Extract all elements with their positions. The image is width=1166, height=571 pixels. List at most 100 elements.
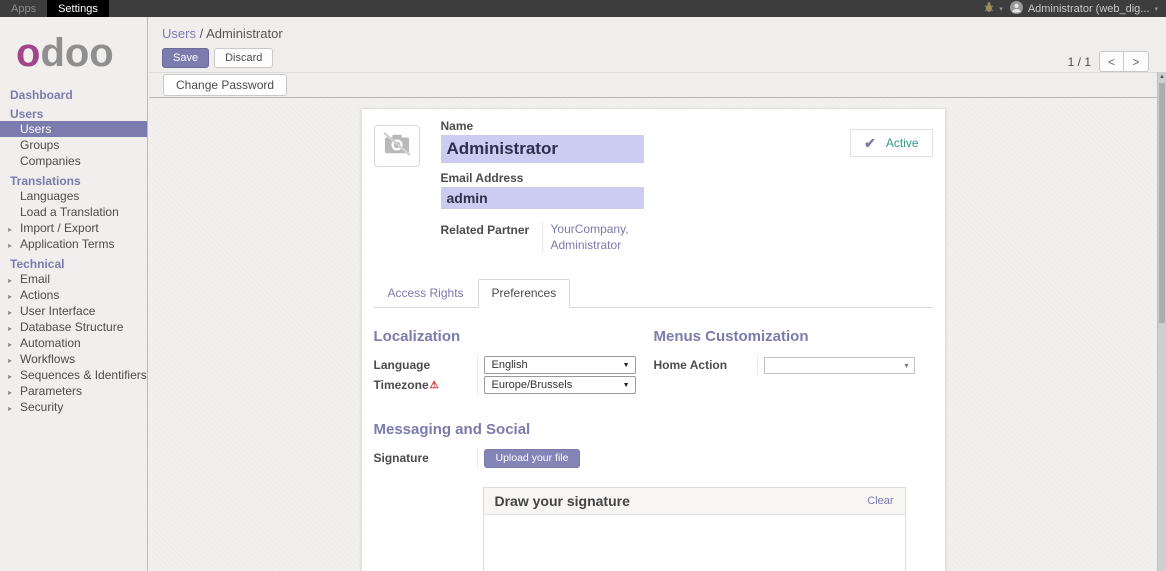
pager-value: 1 / 1 bbox=[1068, 55, 1091, 69]
sidebar-item-groups[interactable]: Groups bbox=[0, 137, 147, 153]
notebook-tabs: Access Rights Preferences bbox=[374, 278, 933, 308]
expand-arrow-icon: ▸ bbox=[8, 354, 12, 368]
localization-title: Localization bbox=[374, 328, 654, 345]
name-input[interactable] bbox=[441, 135, 644, 163]
change-password-button[interactable]: Change Password bbox=[163, 74, 287, 96]
messaging-group: Messaging and Social Signature Upload yo… bbox=[374, 421, 933, 571]
signature-row: Signature Upload your file bbox=[374, 448, 933, 468]
sidebar-item-label: Email bbox=[20, 272, 50, 286]
active-label: Active bbox=[886, 136, 919, 150]
sidebar-item-label: Sequences & Identifiers bbox=[20, 368, 147, 382]
tab-preferences[interactable]: Preferences bbox=[478, 279, 571, 308]
user-menu[interactable]: Administrator (web_dig... ▾ bbox=[1010, 1, 1158, 17]
button-row: Save Discard bbox=[162, 48, 1166, 68]
signature-pad: Draw your signature Clear bbox=[483, 487, 906, 571]
home-action-row: Home Action ▾ bbox=[654, 355, 933, 375]
sidebar-item-users[interactable]: Users bbox=[0, 121, 147, 137]
sidebar-header-technical[interactable]: Technical bbox=[0, 258, 147, 271]
vertical-scrollbar[interactable]: ▲ bbox=[1157, 72, 1166, 571]
odoo-logo[interactable]: odoo bbox=[0, 17, 147, 85]
sidebar-item-parameters[interactable]: ▸ Parameters bbox=[0, 383, 147, 399]
logo-rest: doo bbox=[40, 31, 113, 75]
timezone-warning-icon: ⚠ bbox=[430, 380, 439, 391]
related-partner-row: Related Partner YourCompany, Administrat… bbox=[441, 222, 644, 253]
timezone-select[interactable]: Europe/Brussels ▼ bbox=[484, 376, 636, 394]
signature-clear-button[interactable]: Clear bbox=[867, 495, 893, 507]
topbar-menu-settings[interactable]: Settings bbox=[47, 0, 109, 17]
sidebar-item-label: Automation bbox=[20, 336, 81, 350]
sidebar-item-label: Application Terms bbox=[20, 237, 115, 251]
expand-arrow-icon: ▸ bbox=[8, 386, 12, 400]
home-action-input[interactable]: ▾ bbox=[764, 357, 915, 374]
topbar-right: ▾ Administrator (web_dig... ▾ bbox=[983, 0, 1166, 17]
tab-access-rights[interactable]: Access Rights bbox=[374, 279, 478, 308]
bug-icon bbox=[983, 1, 995, 16]
scrollbar-thumb[interactable] bbox=[1159, 83, 1165, 323]
sidebar-item-security[interactable]: ▸Security bbox=[0, 399, 147, 415]
sidebar-item-import-export[interactable]: ▸Import / Export bbox=[0, 220, 147, 236]
sidebar-item-label: Groups bbox=[20, 138, 59, 152]
sidebar-item-companies[interactable]: Companies bbox=[0, 153, 147, 169]
language-select[interactable]: English ▼ bbox=[484, 356, 636, 374]
email-label: Email Address bbox=[441, 171, 644, 185]
sidebar-header-dashboard[interactable]: Dashboard bbox=[0, 89, 147, 102]
dropdown-arrow-icon: ▼ bbox=[623, 362, 630, 369]
form-sheet: Name Email Address Related Partner YourC… bbox=[361, 108, 946, 571]
language-label: Language bbox=[374, 358, 477, 372]
preferences-groups: Localization Language English ▼ Timezone bbox=[374, 328, 933, 395]
related-partner-link[interactable]: YourCompany, Administrator bbox=[542, 222, 642, 253]
sidebar-item-label: Import / Export bbox=[20, 221, 99, 235]
upload-file-button[interactable]: Upload your file bbox=[484, 449, 581, 468]
user-menu-label: Administrator (web_dig... bbox=[1028, 3, 1150, 15]
localization-group: Localization Language English ▼ Timezone bbox=[374, 328, 654, 395]
active-checkbox[interactable]: ✔ Active bbox=[850, 129, 932, 157]
no-camera-icon bbox=[382, 131, 412, 162]
sidebar-item-automation[interactable]: ▸ Automation bbox=[0, 335, 147, 351]
logo-letter: o bbox=[16, 31, 40, 75]
sidebar-item-label: Parameters bbox=[20, 384, 82, 398]
discard-button[interactable]: Discard bbox=[214, 48, 273, 68]
scroll-up-arrow-icon[interactable]: ▲ bbox=[1158, 72, 1166, 82]
sidebar-item-label: Languages bbox=[20, 189, 79, 203]
dropdown-arrow-icon: ▼ bbox=[623, 382, 630, 389]
expand-arrow-icon: ▸ bbox=[8, 370, 12, 384]
timezone-value: Europe/Brussels bbox=[492, 379, 573, 391]
sidebar-header-translations[interactable]: Translations bbox=[0, 175, 147, 188]
sidebar-item-languages[interactable]: Languages bbox=[0, 188, 147, 204]
signature-canvas[interactable] bbox=[484, 515, 905, 571]
sidebar-item-sequences-identifiers[interactable]: ▸ Sequences & Identifiers bbox=[0, 367, 147, 383]
pager-next-button[interactable]: > bbox=[1124, 51, 1149, 72]
debug-menu[interactable]: ▾ bbox=[983, 1, 1003, 16]
breadcrumb-current: Administrator bbox=[206, 26, 283, 41]
email-input[interactable] bbox=[441, 187, 644, 209]
expand-arrow-icon: ▸ bbox=[8, 239, 12, 253]
pager-previous-button[interactable]: < bbox=[1099, 51, 1124, 72]
topbar: Apps Settings ▾ bbox=[0, 0, 1166, 17]
user-image-upload[interactable] bbox=[374, 125, 420, 167]
sidebar-header-users[interactable]: Users bbox=[0, 108, 147, 121]
sidebar-item-application-terms[interactable]: ▸ Application Terms bbox=[0, 236, 147, 252]
sidebar-item-label: Companies bbox=[20, 154, 81, 168]
save-button[interactable]: Save bbox=[162, 48, 209, 68]
topbar-menu-apps[interactable]: Apps bbox=[0, 0, 47, 17]
breadcrumb-users-link[interactable]: Users bbox=[162, 26, 196, 41]
sidebar-item-database-structure[interactable]: ▸Database Structure bbox=[0, 319, 147, 335]
sidebar-item-label: User Interface bbox=[20, 304, 95, 318]
expand-arrow-icon: ▸ bbox=[8, 274, 12, 288]
chevron-down-icon: ▾ bbox=[1154, 5, 1158, 13]
expand-arrow-icon: ▸ bbox=[8, 290, 12, 304]
odoo-app-window: Apps Settings ▾ bbox=[0, 0, 1166, 571]
expand-arrow-icon: ▸ bbox=[8, 338, 12, 352]
language-value: English bbox=[492, 359, 528, 371]
sidebar-item-workflows[interactable]: ▸ Workflows bbox=[0, 351, 147, 367]
messaging-title: Messaging and Social bbox=[374, 421, 933, 438]
sidebar-item-label: Workflows bbox=[20, 352, 75, 366]
sidebar-item-email[interactable]: ▸ Email bbox=[0, 271, 147, 287]
signature-pad-title: Draw your signature bbox=[495, 493, 630, 509]
sidebar-item-actions[interactable]: ▸Actions bbox=[0, 287, 147, 303]
expand-arrow-icon: ▸ bbox=[8, 306, 12, 320]
sidebar-item-user-interface[interactable]: ▸ User Interface bbox=[0, 303, 147, 319]
sidebar-item-load-a-translation[interactable]: Load a Translation bbox=[0, 204, 147, 220]
sidebar-item-label: Users bbox=[20, 122, 51, 136]
expand-arrow-icon: ▸ bbox=[8, 402, 12, 416]
